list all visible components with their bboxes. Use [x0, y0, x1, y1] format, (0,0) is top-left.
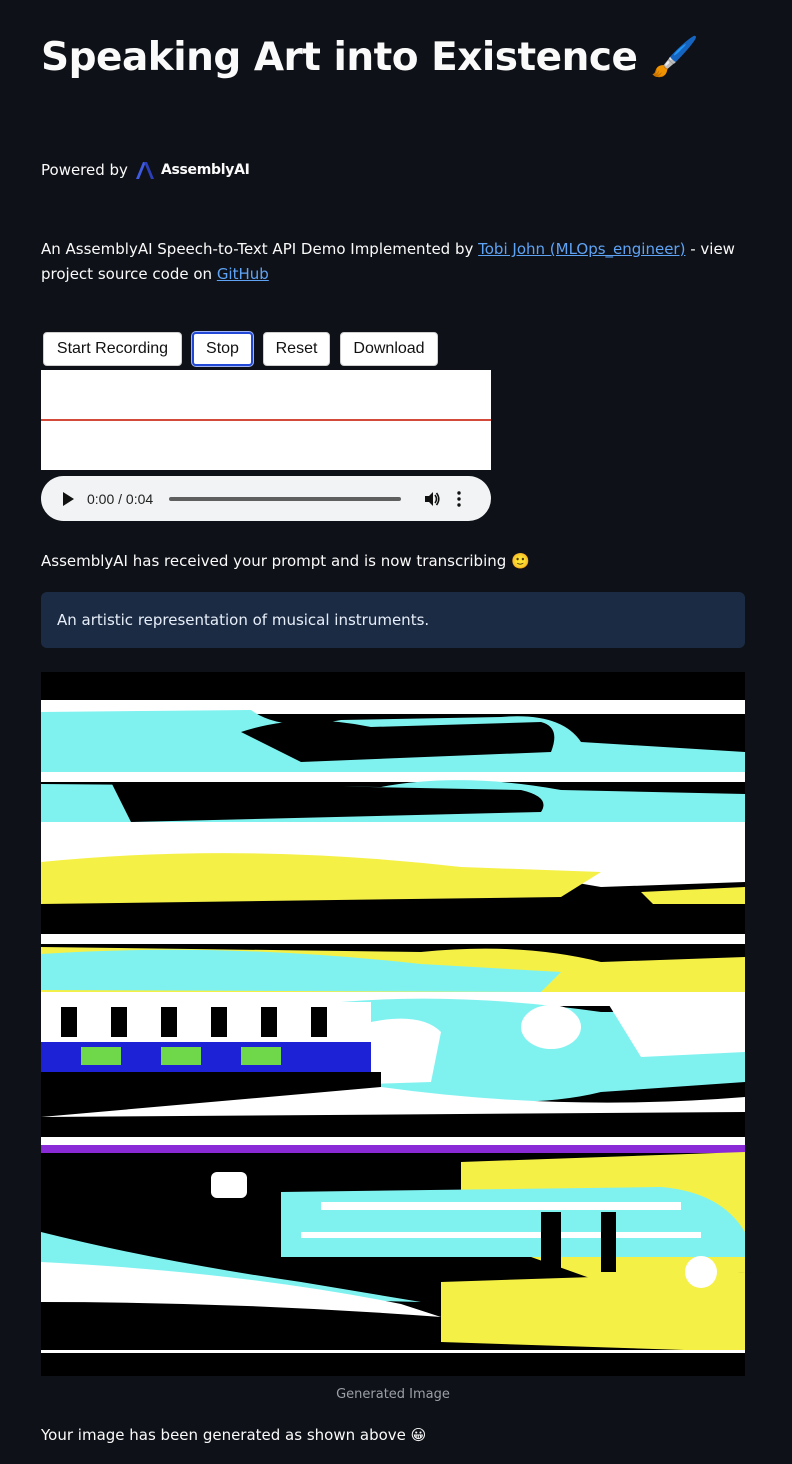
github-link[interactable]: GitHub — [217, 265, 269, 283]
audio-player[interactable]: 0:00 / 0:04 — [41, 476, 491, 521]
stop-button[interactable]: Stop — [192, 332, 253, 366]
waveform-line — [41, 419, 491, 421]
more-options-icon[interactable] — [457, 490, 461, 507]
recorder-controls: Start Recording Stop Reset Download — [43, 332, 438, 366]
download-button[interactable]: Download — [340, 332, 438, 366]
audio-waveform — [41, 370, 491, 470]
description: An AssemblyAI Speech-to-Text API Demo Im… — [41, 237, 741, 287]
final-message: Your image has been generated as shown a… — [41, 1426, 427, 1444]
reset-button[interactable]: Reset — [263, 332, 330, 366]
play-icon[interactable] — [61, 491, 75, 507]
page-title: Speaking Art into Existence 🖌️ — [41, 34, 699, 80]
assemblyai-logo-text: AssemblyAI — [160, 162, 250, 178]
author-link[interactable]: Tobi John (MLOps_engineer) — [478, 240, 685, 258]
audio-time: 0:00 / 0:04 — [87, 490, 154, 507]
status-message: AssemblyAI has received your prompt and … — [41, 552, 530, 570]
start-recording-button[interactable]: Start Recording — [43, 332, 182, 366]
volume-icon[interactable] — [423, 490, 441, 508]
description-text-1: An AssemblyAI Speech-to-Text API Demo Im… — [41, 240, 479, 258]
transcript-box: An artistic representation of musical in… — [41, 592, 745, 648]
assemblyai-logo-icon — [135, 162, 154, 179]
transcript-text: An artistic representation of musical in… — [57, 611, 430, 629]
image-caption: Generated Image — [336, 1387, 450, 1402]
title-text: Speaking Art into Existence — [41, 35, 638, 80]
powered-by: Powered by AssemblyAI — [41, 160, 250, 180]
paintbrush-icon: 🖌️ — [650, 35, 700, 80]
assemblyai-logo: AssemblyAI — [134, 160, 250, 180]
audio-seek-bar[interactable] — [169, 496, 401, 501]
powered-by-label: Powered by — [41, 161, 128, 179]
generated-image — [41, 672, 745, 1376]
generated-image-art — [41, 672, 745, 1376]
